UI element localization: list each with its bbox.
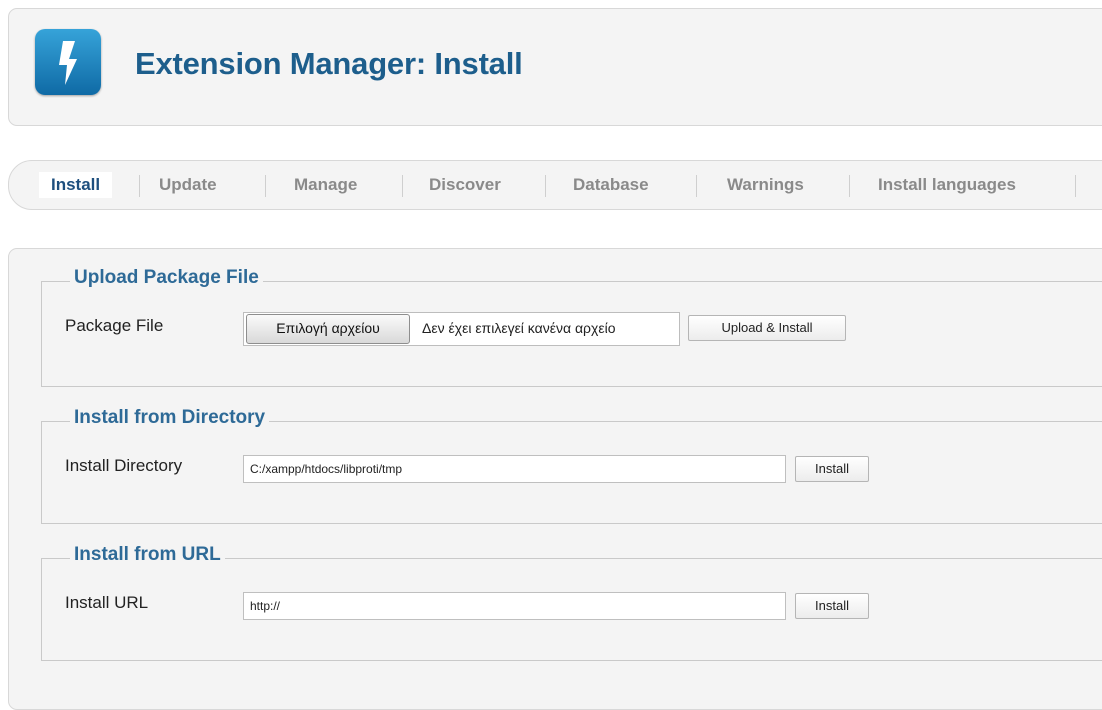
upload-package-fieldset: Upload Package File Package File Επιλογή… bbox=[41, 267, 1102, 387]
install-panel: Upload Package File Package File Επιλογή… bbox=[8, 248, 1102, 710]
install-directory-fieldset: Install from Directory Install Directory… bbox=[41, 407, 1102, 524]
tab-manage[interactable]: Manage bbox=[294, 161, 357, 209]
tab-discover[interactable]: Discover bbox=[429, 161, 501, 209]
upload-install-button[interactable]: Upload & Install bbox=[688, 315, 846, 341]
tab-install[interactable]: Install bbox=[39, 172, 113, 198]
install-directory-label: Install Directory bbox=[65, 456, 183, 475]
tab-database[interactable]: Database bbox=[573, 161, 649, 209]
choose-file-button[interactable]: Επιλογή αρχείου bbox=[246, 314, 410, 344]
install-url-label: Install URL bbox=[65, 593, 149, 612]
lightning-bolt-icon bbox=[35, 29, 101, 95]
install-directory-legend: Install from Directory bbox=[70, 407, 270, 429]
package-file-label: Package File bbox=[65, 316, 164, 335]
page-header: Extension Manager: Install bbox=[8, 8, 1102, 126]
tab-separator bbox=[139, 175, 140, 197]
install-url-legend: Install from URL bbox=[70, 544, 225, 566]
tab-separator bbox=[696, 175, 697, 197]
no-file-selected-text: Δεν έχει επιλεγεί κανένα αρχείο bbox=[422, 320, 616, 336]
upload-package-legend: Upload Package File bbox=[70, 267, 263, 289]
install-directory-input[interactable] bbox=[243, 455, 786, 483]
install-url-fieldset: Install from URL Install URL Install bbox=[41, 544, 1102, 661]
tab-separator bbox=[402, 175, 403, 197]
install-url-input[interactable] bbox=[243, 592, 786, 620]
submenu-tabs: Install Update Manage Discover Database … bbox=[8, 160, 1102, 210]
tab-separator bbox=[1075, 175, 1076, 197]
tab-install-languages[interactable]: Install languages bbox=[878, 161, 1016, 209]
tab-separator bbox=[545, 175, 546, 197]
page-title: Extension Manager: Install bbox=[135, 46, 523, 81]
install-directory-button[interactable]: Install bbox=[795, 456, 869, 482]
tab-separator bbox=[849, 175, 850, 197]
install-url-button[interactable]: Install bbox=[795, 593, 869, 619]
tab-update[interactable]: Update bbox=[159, 161, 217, 209]
tab-separator bbox=[265, 175, 266, 197]
tab-warnings[interactable]: Warnings bbox=[727, 161, 804, 209]
